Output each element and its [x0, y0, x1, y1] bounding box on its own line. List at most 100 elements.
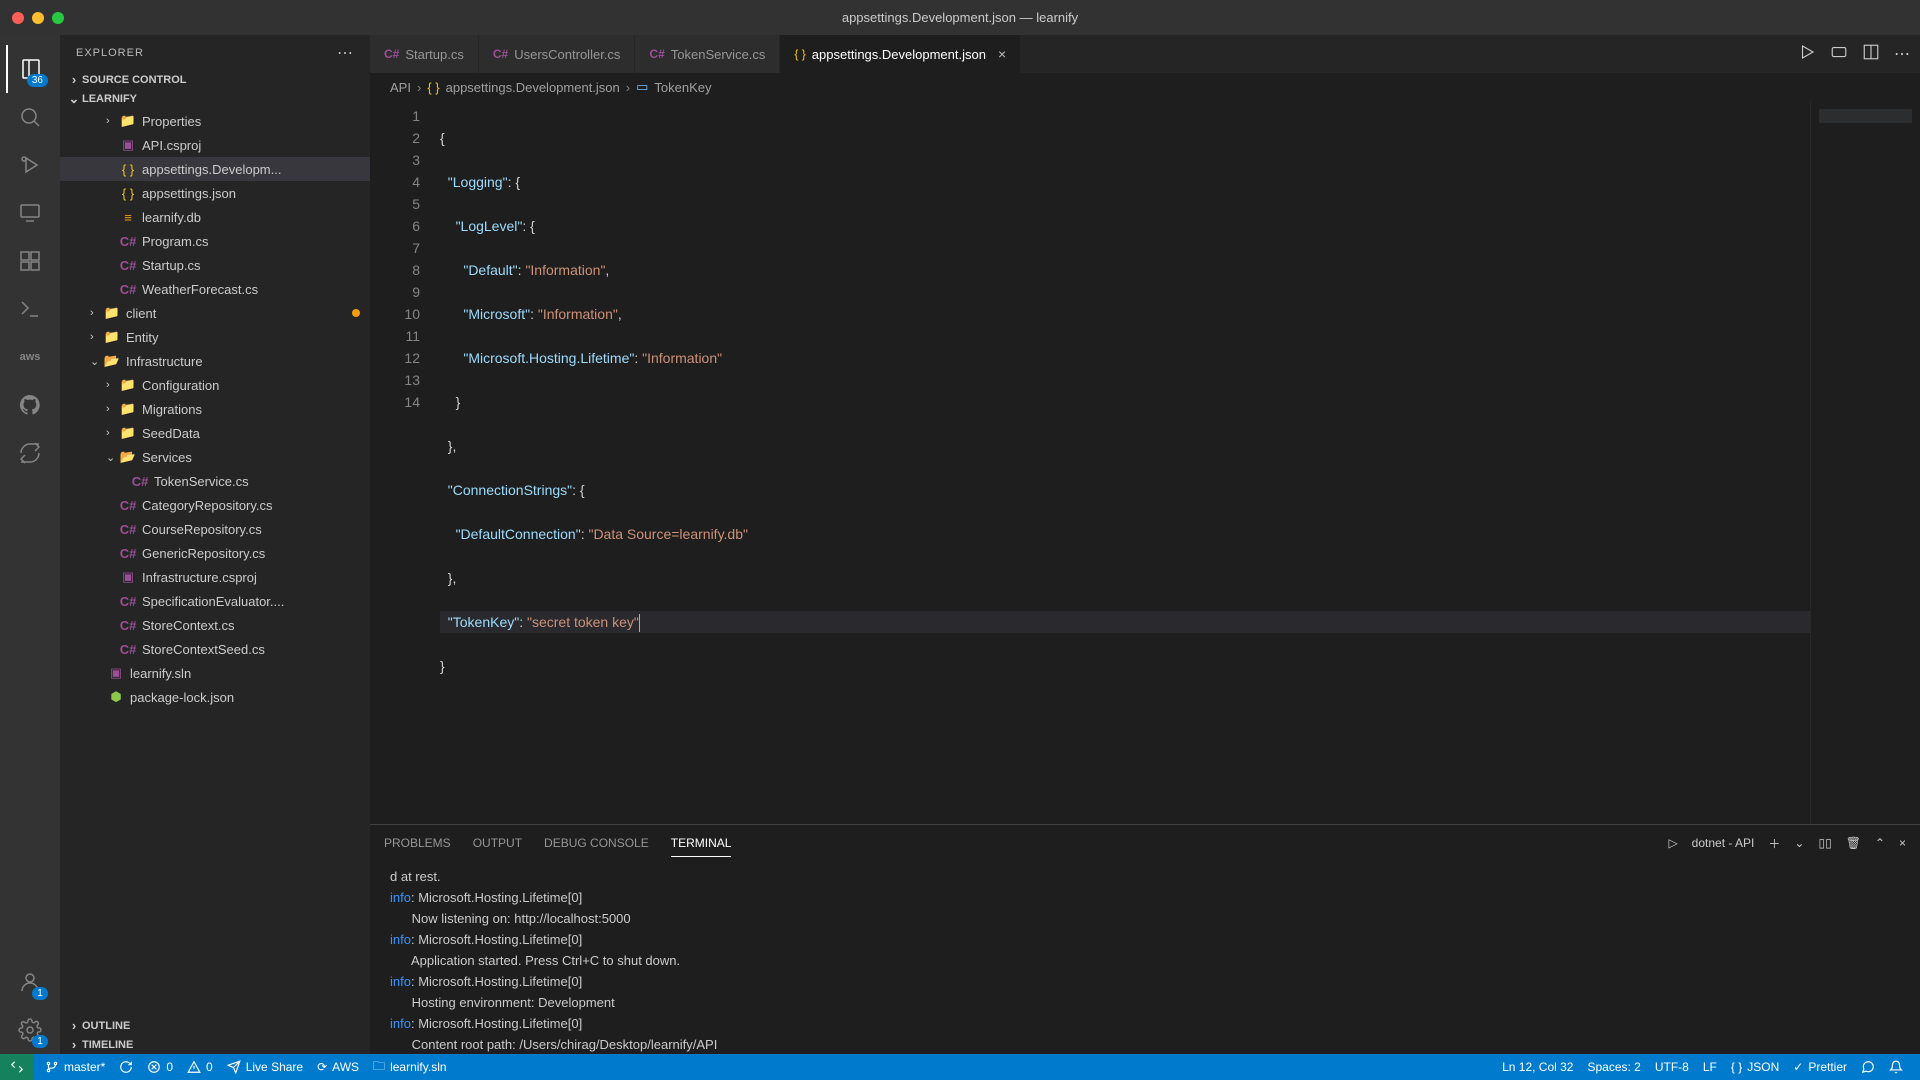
tree-file-infra-csproj[interactable]: ▣Infrastructure.csproj — [60, 565, 370, 589]
branch-button[interactable]: master* — [38, 1060, 112, 1074]
debug-run-icon[interactable] — [1830, 43, 1848, 66]
explorer-icon[interactable]: 36 — [6, 45, 54, 93]
tree-file-storecontext[interactable]: C#StoreContext.cs — [60, 613, 370, 637]
tab-bar: C#Startup.cs C#UsersController.cs C#Toke… — [370, 35, 1920, 73]
eol-button[interactable]: LF — [1696, 1060, 1724, 1074]
panel-tab-terminal[interactable]: TERMINAL — [671, 830, 732, 857]
tree-folder-services[interactable]: ⌄📂Services — [60, 445, 370, 469]
settings-icon[interactable]: 1 — [6, 1006, 54, 1054]
csharp-icon: C# — [649, 47, 664, 61]
breadcrumb-file[interactable]: appsettings.Development.json — [446, 80, 620, 95]
modified-dot-icon — [352, 309, 360, 317]
section-source-control[interactable]: ›SOURCE CONTROL — [60, 70, 370, 89]
symbol-icon: ▭ — [636, 79, 648, 95]
chevron-down-icon[interactable]: ⌄ — [1794, 836, 1804, 850]
close-window-icon[interactable] — [12, 12, 24, 24]
code-editor[interactable]: 1234567891011121314 { "Logging": { "LogL… — [370, 101, 1920, 824]
errors-button[interactable]: 0 — [140, 1060, 180, 1074]
tree-file-storeseed[interactable]: C#StoreContextSeed.cs — [60, 637, 370, 661]
tree-file-speceval[interactable]: C#SpecificationEvaluator.... — [60, 589, 370, 613]
split-terminal-icon[interactable]: ▯▯ — [1818, 836, 1831, 850]
github-icon[interactable] — [6, 381, 54, 429]
terminal-panel-icon[interactable] — [6, 285, 54, 333]
section-timeline[interactable]: ›TIMELINE — [60, 1035, 370, 1054]
panel-tab-debug[interactable]: DEBUG CONSOLE — [544, 830, 649, 856]
tree-folder-entity[interactable]: ›📁Entity — [60, 325, 370, 349]
tree-file-packagelock[interactable]: ⬢package-lock.json — [60, 685, 370, 709]
remote-icon[interactable] — [6, 189, 54, 237]
warnings-button[interactable]: 0 — [180, 1060, 220, 1074]
editor-area: C#Startup.cs C#UsersController.cs C#Toke… — [370, 35, 1920, 1054]
accounts-icon[interactable]: 1 — [6, 958, 54, 1006]
trash-icon[interactable]: 🗑 — [1846, 836, 1861, 850]
panel-tabs: PROBLEMS OUTPUT DEBUG CONSOLE TERMINAL ▷… — [370, 825, 1920, 861]
more-actions-icon[interactable]: ⋯ — [1894, 44, 1910, 64]
sidebar-header: EXPLORER ⋯ — [60, 35, 370, 70]
solution-button[interactable]: 🗀learnify.sln — [366, 1057, 453, 1078]
tree-file-courserepo[interactable]: C#CourseRepository.cs — [60, 517, 370, 541]
debug-icon[interactable] — [6, 141, 54, 189]
tree-file-program[interactable]: C#Program.cs — [60, 229, 370, 253]
panel-tab-output[interactable]: OUTPUT — [473, 830, 522, 856]
breadcrumb[interactable]: API› { }appsettings.Development.json› ▭T… — [370, 73, 1920, 101]
section-outline[interactable]: ›OUTLINE — [60, 1016, 370, 1035]
feedback-icon[interactable] — [1854, 1060, 1882, 1074]
aws-icon[interactable]: aws — [6, 333, 54, 381]
window-controls — [12, 12, 64, 24]
sync-icon[interactable] — [6, 429, 54, 477]
encoding-button[interactable]: UTF-8 — [1648, 1060, 1696, 1074]
bottom-panel: PROBLEMS OUTPUT DEBUG CONSOLE TERMINAL ▷… — [370, 824, 1920, 1054]
tree-file-api-csproj[interactable]: ▣API.csproj — [60, 133, 370, 157]
terminal-output[interactable]: d at rest. info: Microsoft.Hosting.Lifet… — [370, 861, 1920, 1054]
tree-folder-migrations[interactable]: ›📁Migrations — [60, 397, 370, 421]
minimize-window-icon[interactable] — [32, 12, 44, 24]
code-content[interactable]: { "Logging": { "LogLevel": { "Default": … — [440, 101, 1810, 824]
status-bar: master* 0 0 Live Share ⟳AWS 🗀learnify.sl… — [0, 1054, 1920, 1080]
search-icon[interactable] — [6, 93, 54, 141]
tab-appsettings[interactable]: { }appsettings.Development.json× — [780, 35, 1021, 73]
close-tab-icon[interactable]: × — [998, 46, 1006, 62]
remote-button[interactable] — [0, 1054, 34, 1080]
maximize-window-icon[interactable] — [52, 12, 64, 24]
tree-folder-infrastructure[interactable]: ⌄📂Infrastructure — [60, 349, 370, 373]
close-panel-icon[interactable]: × — [1899, 836, 1906, 850]
tree-file-learnify-db[interactable]: ≡learnify.db — [60, 205, 370, 229]
liveshare-button[interactable]: Live Share — [220, 1060, 310, 1074]
tree-file-learnify-sln[interactable]: ▣learnify.sln — [60, 661, 370, 685]
section-folder[interactable]: ⌄LEARNIFY — [60, 89, 370, 109]
tab-startup[interactable]: C#Startup.cs — [370, 35, 479, 73]
tree-file-weather[interactable]: C#WeatherForecast.cs — [60, 277, 370, 301]
more-icon[interactable]: ⋯ — [337, 43, 354, 63]
tree-file-tokenservice[interactable]: C#TokenService.cs — [60, 469, 370, 493]
extensions-icon[interactable] — [6, 237, 54, 285]
terminal-profile-icon[interactable]: ▷ — [1668, 836, 1677, 850]
terminal-label[interactable]: dotnet - API — [1692, 836, 1755, 850]
tree-file-appsettings[interactable]: { }appsettings.json — [60, 181, 370, 205]
breadcrumb-symbol[interactable]: TokenKey — [654, 80, 711, 95]
tab-userscontroller[interactable]: C#UsersController.cs — [479, 35, 636, 73]
tree-folder-configuration[interactable]: ›📁Configuration — [60, 373, 370, 397]
maximize-panel-icon[interactable]: ⌃ — [1875, 836, 1885, 850]
tab-tokenservice[interactable]: C#TokenService.cs — [635, 35, 780, 73]
run-icon[interactable] — [1798, 43, 1816, 66]
prettier-button[interactable]: ✓Prettier — [1786, 1060, 1854, 1074]
tree-file-startup[interactable]: C#Startup.cs — [60, 253, 370, 277]
tree-file-appsettings-dev[interactable]: { }appsettings.Developm... — [60, 157, 370, 181]
notifications-icon[interactable] — [1882, 1060, 1910, 1074]
split-editor-icon[interactable] — [1862, 43, 1880, 66]
tree-folder-client[interactable]: ›📁client — [60, 301, 370, 325]
new-terminal-icon[interactable]: ＋ — [1768, 835, 1780, 852]
cursor-position[interactable]: Ln 12, Col 32 — [1495, 1060, 1580, 1074]
tree-file-categoryrepo[interactable]: C#CategoryRepository.cs — [60, 493, 370, 517]
json-icon: { } — [794, 47, 805, 61]
aws-button[interactable]: ⟳AWS — [310, 1060, 366, 1074]
sync-button[interactable] — [112, 1060, 140, 1074]
language-button[interactable]: { }JSON — [1724, 1060, 1786, 1074]
tree-file-genericrepo[interactable]: C#GenericRepository.cs — [60, 541, 370, 565]
tree-folder-properties[interactable]: ›📁Properties — [60, 109, 370, 133]
tree-folder-seeddata[interactable]: ›📁SeedData — [60, 421, 370, 445]
panel-tab-problems[interactable]: PROBLEMS — [384, 830, 451, 856]
minimap[interactable] — [1810, 101, 1920, 824]
breadcrumb-api[interactable]: API — [390, 80, 411, 95]
indentation-button[interactable]: Spaces: 2 — [1580, 1060, 1647, 1074]
